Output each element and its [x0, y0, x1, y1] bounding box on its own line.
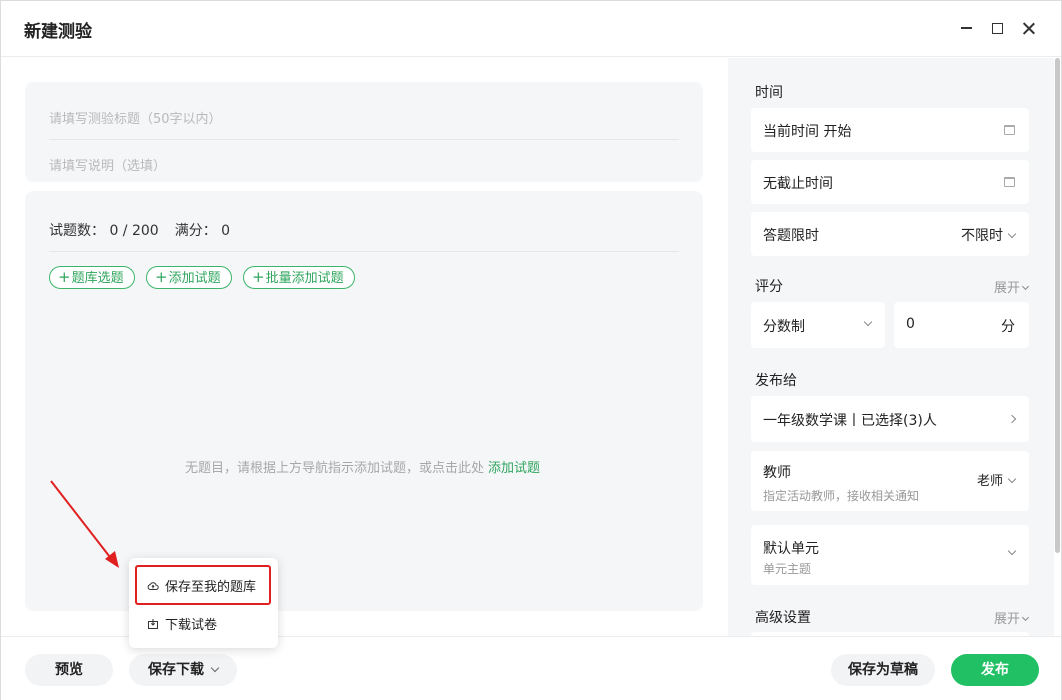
add-question-label: 添加试题: [168, 271, 221, 286]
full-score: 满分： 0: [175, 220, 230, 240]
plus-icon: +: [252, 268, 265, 286]
quiz-title-input[interactable]: 请填写测验标题（50字以内）: [49, 108, 222, 127]
close-button[interactable]: [1015, 15, 1041, 41]
download-paper-menu-item[interactable]: 下载试卷: [147, 614, 217, 633]
quiz-description-input[interactable]: 请填写说明（选填）: [49, 155, 166, 174]
annotation-arrow-icon: [50, 480, 119, 568]
chevron-right-glyph: [1007, 414, 1017, 424]
batch-add-button[interactable]: +批量添加试题: [243, 266, 355, 289]
highlight-box: [135, 565, 271, 605]
chevron-right-icon: [1007, 410, 1017, 426]
minimize-button[interactable]: [953, 15, 979, 41]
start-time-value: 当前时间 开始: [763, 124, 852, 140]
add-question-link[interactable]: 添加试题: [488, 461, 540, 476]
chevron-down-glyph: [1007, 546, 1017, 556]
publish-button[interactable]: 发布: [951, 654, 1039, 686]
question-stats: 试题数： 0 / 200 满分： 0: [49, 220, 230, 240]
chevron-down-icon: [1007, 229, 1017, 239]
empty-state: 无题目，请根据上方导航指示添加试题，或点击此处 添加试题: [185, 457, 540, 476]
chevron-down-icon: [210, 663, 220, 673]
plus-icon: +: [58, 268, 71, 286]
dialog-title: 新建测验: [24, 22, 92, 42]
save-draft-button[interactable]: 保存为草稿: [831, 654, 935, 686]
download-paper-label: 下载试卷: [165, 618, 218, 633]
full-score-value: 0: [221, 223, 231, 239]
maximize-icon: [991, 22, 1003, 34]
end-time-value: 无截止时间: [763, 176, 833, 192]
time-limit-label: 答题限时: [763, 228, 819, 244]
divider: [49, 251, 679, 252]
advanced-expand-label: 展开: [993, 612, 1020, 627]
save-download-label: 保存下载: [148, 662, 204, 678]
batch-add-label: 批量添加试题: [265, 271, 344, 286]
score-unit: 分: [1001, 319, 1015, 335]
save-download-button[interactable]: 保存下载: [129, 654, 237, 686]
title-bar: 新建测验: [1, 1, 1061, 57]
question-bank-button[interactable]: +题库选题: [49, 266, 135, 289]
end-time-field[interactable]: 无截止时间: [751, 160, 1029, 204]
chevron-down-icon: [859, 316, 873, 332]
teacher-subtitle: 指定活动教师，接收相关通知: [763, 489, 920, 503]
score-section-label: 评分: [755, 279, 783, 295]
score-input-value: 0: [906, 316, 915, 332]
question-bank-label: 题库选题: [71, 271, 124, 286]
time-section-label: 时间: [755, 85, 783, 101]
plus-icon: +: [155, 268, 168, 286]
score-system-select[interactable]: 分数制: [751, 302, 885, 348]
default-unit-label: 默认单元: [763, 541, 819, 557]
settings-panel: 时间 当前时间 开始 无截止时间 答题限时 不限时 评分 展开 分数制 0 分 …: [728, 58, 1054, 636]
add-question-button[interactable]: +添加试题: [146, 266, 232, 289]
minimize-icon: [960, 27, 972, 29]
advanced-section-label: 高级设置: [755, 610, 811, 626]
teacher-value: 老师: [976, 470, 1017, 489]
maximize-button[interactable]: [984, 15, 1010, 41]
calendar-icon: [1004, 125, 1015, 135]
preview-button[interactable]: 预览: [25, 654, 113, 686]
publish-section-label: 发布给: [755, 373, 797, 389]
chevron-down-icon: [1003, 545, 1017, 561]
full-score-label: 满分：: [174, 223, 217, 239]
divider: [49, 139, 679, 140]
chevron-down-glyph: [863, 317, 873, 327]
teacher-value-text: 老师: [976, 474, 1003, 489]
chevron-down-icon: [1021, 282, 1030, 291]
calendar-icon: [1004, 177, 1015, 187]
settings-scrollbar[interactable]: [1055, 58, 1060, 553]
score-expand-label: 展开: [993, 281, 1020, 296]
time-limit-select[interactable]: 答题限时 不限时: [751, 212, 1029, 256]
time-limit-value: 不限时: [961, 225, 1017, 245]
teacher-selector[interactable]: 教师 指定活动教师，接收相关通知 老师: [751, 451, 1029, 511]
time-limit-text: 不限时: [961, 228, 1003, 244]
dialog-window: 新建测验 请填写测验标题（50字以内） 请填写说明（选填） 试题数： 0 / 2…: [0, 0, 1062, 700]
score-system-value: 分数制: [763, 319, 805, 335]
chevron-down-icon: [1021, 613, 1030, 622]
question-count-label: 试题数：: [49, 223, 105, 239]
chevron-down-icon: [1007, 474, 1017, 484]
question-count: 试题数： 0 / 200: [49, 220, 159, 240]
start-time-field[interactable]: 当前时间 开始: [751, 108, 1029, 152]
publish-target-selector[interactable]: 一年级数学课丨已选择(3)人: [751, 396, 1029, 442]
empty-state-text: 无题目，请根据上方导航指示添加试题，或点击此处: [185, 461, 485, 476]
score-input[interactable]: 0 分: [894, 302, 1029, 348]
download-icon: [148, 618, 158, 629]
advanced-expand-toggle[interactable]: 展开: [993, 608, 1030, 627]
close-icon: [1022, 22, 1035, 35]
default-unit-subtitle: 单元主题: [763, 562, 812, 576]
publish-target-value: 一年级数学课丨已选择(3)人: [763, 413, 937, 429]
score-expand-toggle[interactable]: 展开: [993, 277, 1030, 296]
teacher-label: 教师: [763, 465, 791, 481]
default-unit-selector[interactable]: 默认单元 单元主题: [751, 525, 1029, 585]
quiz-info-card: 请填写测验标题（50字以内） 请填写说明（选填）: [25, 82, 703, 182]
question-count-value: 0 / 200: [109, 223, 159, 239]
